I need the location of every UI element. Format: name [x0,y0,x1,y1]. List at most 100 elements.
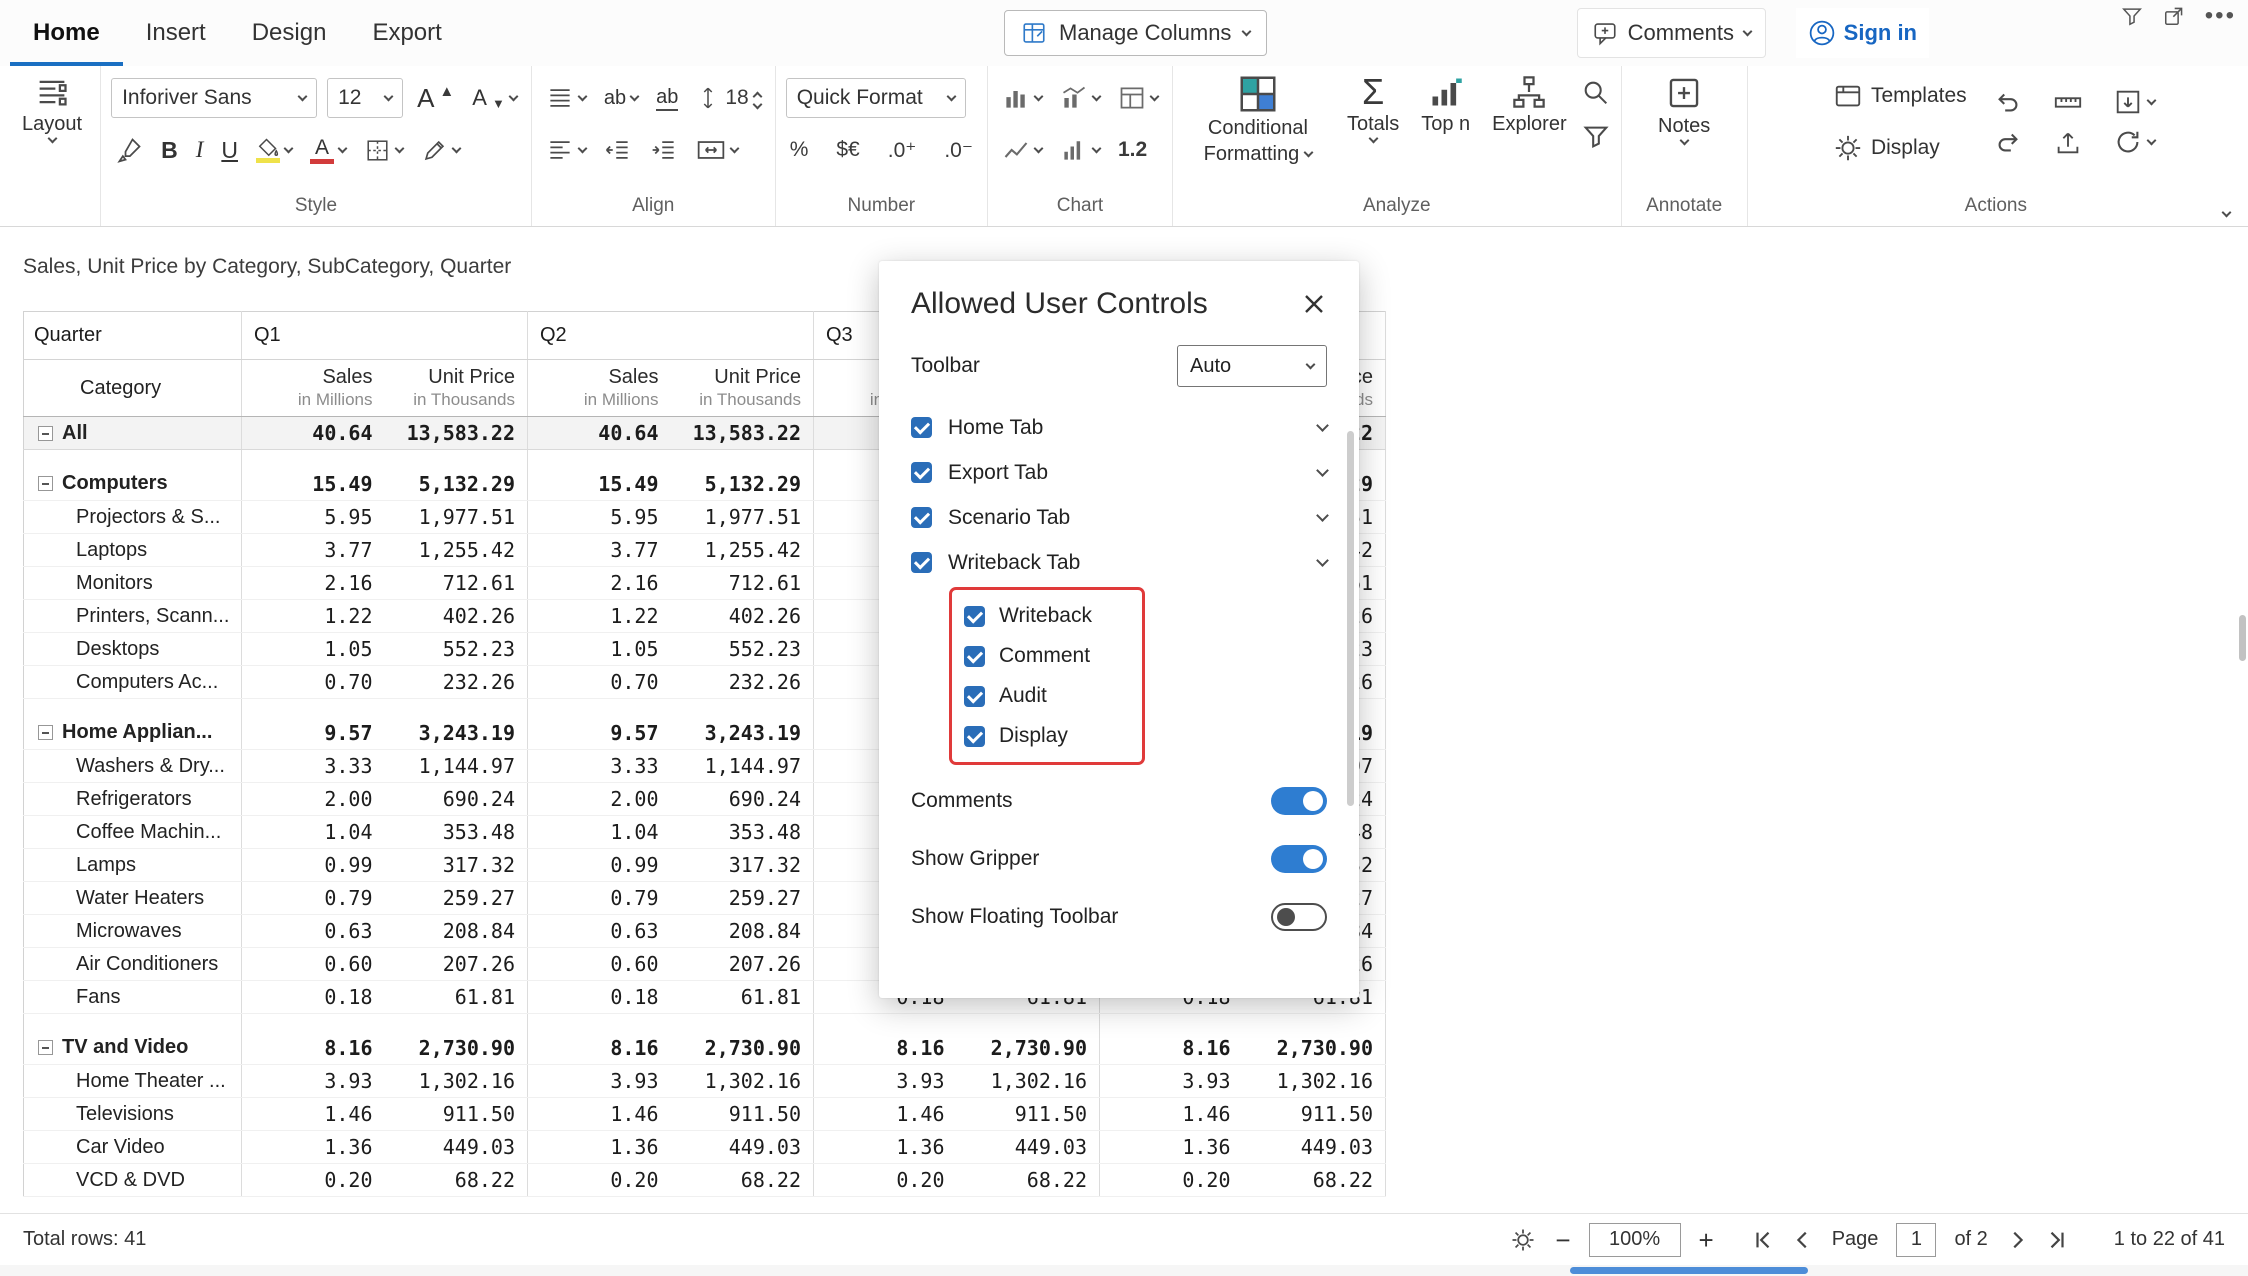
comments-button[interactable]: Comments [1577,8,1766,58]
row-label-cell[interactable]: Coffee Machin... [24,816,242,849]
menu-tab-home[interactable]: Home [10,0,123,66]
dialog-scrollbar[interactable] [1347,431,1354,806]
sales-cell[interactable]: 3.33 [242,750,385,783]
horizontal-align-button[interactable] [542,133,590,167]
unit-price-cell[interactable]: 208.84 [385,915,528,948]
unit-price-cell[interactable]: 552.23 [671,633,814,666]
sales-cell[interactable]: 1.46 [528,1098,671,1131]
unit-price-cell[interactable]: 911.50 [385,1098,528,1131]
quarter-header-q2[interactable]: Q2 [528,312,814,360]
sales-cell[interactable]: 0.60 [242,948,385,981]
unit-price-cell[interactable]: 68.22 [385,1164,528,1197]
unit-price-cell[interactable]: 5,132.29 [385,468,528,501]
font-family-select[interactable]: Inforiver Sans [111,78,317,118]
sales-cell[interactable]: 2.00 [242,783,385,816]
sales-cell[interactable]: 8.16 [1100,1032,1243,1065]
unit-price-cell[interactable]: 1,144.97 [385,750,528,783]
sales-cell[interactable]: 8.16 [814,1032,957,1065]
measure-header[interactable]: Unit Pricein Thousands [385,360,528,417]
row-label-cell[interactable]: All [24,417,242,450]
row-label-cell[interactable]: Water Heaters [24,882,242,915]
sales-cell[interactable]: 3.33 [528,750,671,783]
row-label-cell[interactable]: Computers Ac... [24,666,242,699]
sales-cell[interactable]: 1.46 [814,1098,957,1131]
sales-cell[interactable]: 0.63 [242,915,385,948]
combo-chart-button[interactable] [1056,81,1104,115]
unit-price-cell[interactable]: 911.50 [1243,1098,1386,1131]
unit-price-cell[interactable]: 1,144.97 [671,750,814,783]
sales-cell[interactable]: 0.70 [528,666,671,699]
chevron-down-icon[interactable] [1316,509,1329,522]
unit-price-cell[interactable]: 353.48 [385,816,528,849]
checkbox-checked[interactable] [964,686,985,707]
zoom-out-button[interactable]: − [1555,1227,1570,1253]
close-icon[interactable] [1301,291,1327,317]
redo-button[interactable] [1989,124,2027,160]
unit-price-cell[interactable]: 449.03 [1243,1131,1386,1164]
toggle-on[interactable] [1271,845,1327,873]
export-data-button[interactable] [2109,84,2159,120]
unit-price-cell[interactable]: 3,243.19 [671,717,814,750]
sales-cell[interactable]: 1.22 [242,600,385,633]
row-label-cell[interactable]: TV and Video [24,1032,242,1065]
sales-cell[interactable]: 1.46 [242,1098,385,1131]
collapse-icon[interactable] [38,476,53,491]
quick-format-select[interactable]: Quick Format [786,78,966,118]
first-page-button[interactable] [1752,1229,1774,1251]
sales-cell[interactable]: 3.93 [528,1065,671,1098]
row-label-cell[interactable]: Air Conditioners [24,948,242,981]
unit-price-cell[interactable]: 2,730.90 [671,1032,814,1065]
unit-price-cell[interactable]: 2,730.90 [957,1032,1100,1065]
font-color-button[interactable]: A [306,134,350,167]
row-label-cell[interactable]: Washers & Dry... [24,750,242,783]
zoom-in-button[interactable]: + [1699,1227,1714,1253]
unit-price-cell[interactable]: 712.61 [671,567,814,600]
horizontal-scrollbar-thumb[interactable] [1570,1267,1808,1274]
menu-tab-export[interactable]: Export [349,0,464,66]
collapse-ribbon-icon[interactable] [2222,208,2232,218]
sales-cell[interactable]: 0.18 [528,981,671,1014]
sales-cell[interactable]: 8.16 [242,1032,385,1065]
unit-price-cell[interactable]: 317.32 [671,849,814,882]
sales-cell[interactable]: 40.64 [242,417,385,450]
sales-cell[interactable]: 40.64 [528,417,671,450]
unit-price-cell[interactable]: 68.22 [671,1164,814,1197]
zoom-level-input[interactable]: 100% [1589,1223,1681,1257]
row-label-cell[interactable]: Refrigerators [24,783,242,816]
stepper-down-icon[interactable] [752,99,762,109]
checkbox-checked[interactable] [911,507,932,528]
table-row[interactable]: Home Theater ...3.931,302.163.931,302.16… [24,1065,1386,1098]
settings-icon[interactable] [1509,1226,1537,1254]
undo-button[interactable] [1989,84,2027,120]
unit-price-cell[interactable]: 1,302.16 [1243,1065,1386,1098]
increase-font-button[interactable]: A▲ [413,80,458,117]
sales-cell[interactable]: 5.95 [242,501,385,534]
checkbox-checked[interactable] [964,726,985,747]
row-label-cell[interactable]: Monitors [24,567,242,600]
unit-price-cell[interactable]: 1,977.51 [385,501,528,534]
row-label-cell[interactable]: Laptops [24,534,242,567]
row-label-cell[interactable]: Televisions [24,1098,242,1131]
sales-cell[interactable]: 0.99 [242,849,385,882]
filter-icon[interactable] [1581,122,1611,152]
chevron-down-icon[interactable] [1316,554,1329,567]
last-page-button[interactable] [2046,1229,2068,1251]
sales-cell[interactable]: 2.16 [528,567,671,600]
sales-cell[interactable]: 1.36 [1100,1131,1243,1164]
previous-page-button[interactable] [1792,1229,1814,1251]
sales-cell[interactable]: 3.93 [242,1065,385,1098]
conditional-formatting-button[interactable]: Conditional Formatting [1183,72,1333,168]
decrease-decimal-button[interactable]: .0⁻ [940,135,977,166]
checkbox-checked[interactable] [911,552,932,573]
unit-price-cell[interactable]: 712.61 [385,567,528,600]
collapse-icon[interactable] [38,1040,53,1055]
bold-button[interactable]: B [157,134,182,167]
unit-price-cell[interactable]: 402.26 [671,600,814,633]
unit-price-cell[interactable]: 68.22 [957,1164,1100,1197]
totals-button[interactable]: Σ Totals [1339,72,1407,144]
row-label-cell[interactable]: Computers [24,468,242,501]
checkbox-checked[interactable] [911,462,932,483]
italic-button[interactable]: I [192,134,208,166]
unit-price-cell[interactable]: 1,977.51 [671,501,814,534]
popout-icon[interactable] [2163,5,2185,27]
